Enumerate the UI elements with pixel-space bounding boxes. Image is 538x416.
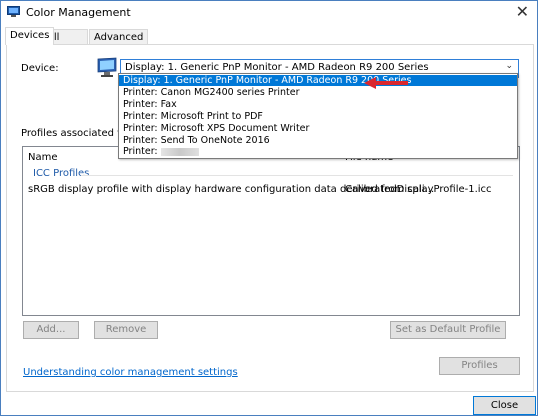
display-device-icon: [97, 57, 117, 77]
device-option[interactable]: Display: 1. Generic PnP Monitor - AMD Ra…: [119, 75, 517, 86]
tab-advanced[interactable]: Advanced: [89, 29, 149, 45]
redacted-printer-name: [160, 147, 199, 156]
window-title: Color Management: [26, 6, 131, 19]
device-dropdown-value: Display: 1. Generic PnP Monitor - AMD Ra…: [125, 62, 429, 73]
device-option[interactable]: Printer: Send To OneNote 2016: [119, 135, 517, 146]
title-bar: Color Management ✕: [1, 1, 537, 25]
device-option[interactable]: Printer: Fax: [119, 99, 517, 110]
color-management-window: Color Management ✕ Devices All Profiles …: [0, 0, 538, 416]
close-button[interactable]: Close: [473, 396, 536, 415]
remove-button[interactable]: Remove: [94, 321, 158, 339]
understanding-color-management-link[interactable]: Understanding color management settings: [23, 367, 238, 378]
add-button[interactable]: Add...: [23, 321, 79, 339]
device-dropdown-list[interactable]: Display: 1. Generic PnP Monitor - AMD Ra…: [118, 73, 518, 159]
device-option[interactable]: Printer: Microsoft Print to PDF: [119, 111, 517, 122]
device-option[interactable]: Printer: Microsoft XPS Document Writer: [119, 123, 517, 134]
profiles-button[interactable]: Profiles: [439, 357, 520, 375]
profiles-list[interactable]: Name File name ICC Profiles sRGB display…: [22, 146, 520, 316]
column-name-header[interactable]: Name: [28, 152, 58, 163]
profile-row-file[interactable]: CalibratedDisplayProfile-1.icc: [345, 184, 492, 195]
device-label: Device:: [21, 63, 59, 74]
set-default-profile-button[interactable]: Set as Default Profile: [390, 321, 506, 339]
group-divider: [81, 175, 513, 176]
close-icon[interactable]: ✕: [516, 3, 529, 21]
group-header-icc: ICC Profiles: [33, 168, 90, 179]
red-arrow-annotation: [364, 77, 408, 89]
chevron-down-icon: ⌄: [505, 61, 513, 71]
monitor-icon: [7, 6, 20, 17]
tab-devices[interactable]: Devices: [5, 27, 55, 45]
device-option[interactable]: Printer: Canon MG2400 series Printer: [119, 87, 517, 98]
device-option[interactable]: Printer:: [119, 146, 517, 157]
